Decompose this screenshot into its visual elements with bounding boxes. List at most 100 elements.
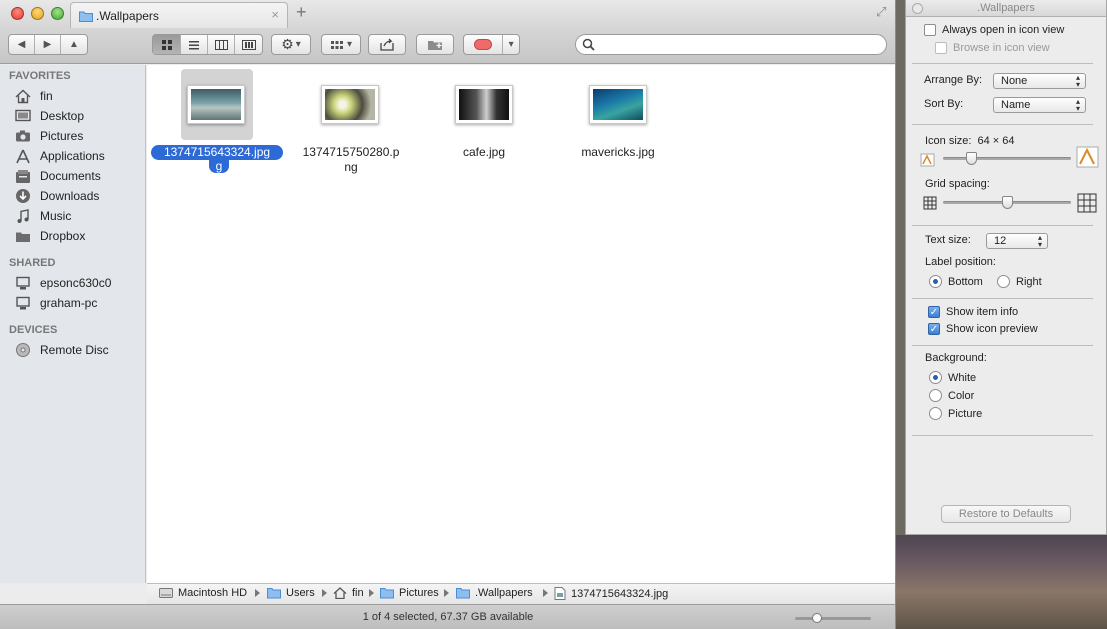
label-position-bottom-radio[interactable] <box>929 275 942 288</box>
list-view-button[interactable] <box>181 35 208 54</box>
action-menu-button[interactable]: ⚙ ▾ <box>271 34 311 55</box>
crumb-label: .Wallpapers <box>475 587 533 599</box>
sidebar-item-label: Downloads <box>40 189 100 203</box>
browse-checkbox-row[interactable]: Browse in icon view <box>935 42 1050 54</box>
tags-button[interactable]: ▾ <box>463 34 520 55</box>
close-tab-icon[interactable]: × <box>271 7 279 22</box>
minimize-window-button[interactable] <box>31 7 44 20</box>
arrange-by-label: Arrange By: <box>924 74 983 86</box>
finder-window: .Wallpapers × + ⤢ ◀ ▶ ▲ ⚙ ▾ ▾ ▾ FAVORITE… <box>0 0 896 629</box>
up-down-arrows-icon: ▴ ▾ <box>1075 73 1080 89</box>
toolbar: ◀ ▶ ▲ ⚙ ▾ ▾ ▾ <box>0 28 895 64</box>
search-input[interactable] <box>598 37 878 52</box>
new-folder-button[interactable] <box>416 34 454 55</box>
text-size-label: Text size: <box>925 234 971 246</box>
window-tab[interactable]: .Wallpapers × <box>70 2 288 28</box>
sort-by-value: Name <box>1001 99 1031 111</box>
browse-checkbox[interactable] <box>935 42 947 54</box>
arrange-menu-button[interactable]: ▾ <box>321 34 361 55</box>
file-thumbnail <box>455 85 513 124</box>
home-icon <box>14 88 32 104</box>
sidebar-item-label: Documents <box>40 169 101 183</box>
background-color-radio-row[interactable]: Color <box>929 389 974 402</box>
sidebar-item-remote-disc[interactable]: Remote Disc <box>14 341 144 359</box>
path-crumb-fin[interactable]: fin <box>333 587 364 599</box>
background-picture-radio-row[interactable]: Picture <box>929 407 982 420</box>
forward-button[interactable]: ▶ <box>35 35 61 54</box>
show-item-info-checkbox-row[interactable]: ✓ Show item info <box>928 306 1018 318</box>
grid-spacing-slider-knob[interactable] <box>1001 196 1013 209</box>
icon-size-slider-track[interactable] <box>943 157 1071 160</box>
back-button[interactable]: ◀ <box>9 35 35 54</box>
icon-size-slider-track[interactable] <box>795 617 871 620</box>
label-position-right-radio[interactable] <box>997 275 1010 288</box>
search-field[interactable] <box>575 34 887 55</box>
share-button[interactable] <box>368 34 406 55</box>
sidebar-item-label: graham-pc <box>40 296 98 310</box>
show-icon-preview-checkbox-row[interactable]: ✓ Show icon preview <box>928 323 1038 335</box>
sidebar-item-downloads[interactable]: Downloads <box>14 187 144 205</box>
show-item-info-checkbox[interactable]: ✓ <box>928 306 940 318</box>
icon-view-area[interactable] <box>147 65 895 583</box>
path-separator-icon <box>543 589 548 597</box>
divider <box>912 298 1093 299</box>
status-text: 1 of 4 selected, 67.37 GB available <box>362 611 534 623</box>
enclosing-folder-button[interactable]: ▲ <box>61 35 87 54</box>
view-mode-control <box>152 34 263 55</box>
tag-color-swatch <box>464 35 504 54</box>
sidebar-item-label: Desktop <box>40 109 85 123</box>
always-open-checkbox[interactable] <box>924 24 936 36</box>
chevron-down-icon: ▾ <box>346 39 353 50</box>
small-icon-icon <box>920 152 936 171</box>
background-picture-radio[interactable] <box>929 407 942 420</box>
sidebar-item-epsonc630c0[interactable]: epsonc630c0 <box>14 274 144 292</box>
path-crumb-file[interactable]: 1374715643324.jpg <box>554 587 668 600</box>
column-view-button[interactable] <box>208 35 235 54</box>
show-icon-preview-checkbox[interactable]: ✓ <box>928 323 940 335</box>
arrange-grid-icon <box>330 40 343 49</box>
arrange-by-popup[interactable]: None ▴ ▾ <box>993 73 1086 89</box>
path-separator-icon <box>322 589 327 597</box>
zoom-window-button[interactable] <box>51 7 64 20</box>
sidebar-item-fin[interactable]: fin <box>14 87 144 105</box>
path-crumb-pictures[interactable]: Pictures <box>380 587 439 599</box>
sidebar-item-dropbox[interactable]: Dropbox <box>14 227 144 245</box>
divider <box>912 225 1093 226</box>
path-crumb-macintosh-hd[interactable]: Macintosh HD <box>159 587 247 599</box>
folder-icon <box>267 587 281 599</box>
sidebar-item-desktop[interactable]: Desktop <box>14 107 144 125</box>
coverflow-view-button[interactable] <box>235 35 262 54</box>
crumb-label: 1374715643324.jpg <box>571 587 669 600</box>
background-white-radio-row[interactable]: White <box>929 371 976 384</box>
search-icon <box>582 38 595 51</box>
restore-defaults-button[interactable]: Restore to Defaults <box>941 505 1071 523</box>
label-position-bottom-label: Bottom <box>948 275 983 288</box>
disc-icon <box>14 342 32 358</box>
sidebar-item-applications[interactable]: Applications <box>14 147 144 165</box>
path-crumb-users[interactable]: Users <box>267 587 315 599</box>
close-window-button[interactable] <box>11 7 24 20</box>
favorites-header: FAVORITES <box>9 70 71 82</box>
sidebar-item-music[interactable]: Music <box>14 207 144 225</box>
icon-view-button[interactable] <box>153 35 181 54</box>
new-tab-button[interactable]: + <box>296 2 307 23</box>
text-size-popup[interactable]: 12 ▴ ▾ <box>986 233 1048 249</box>
always-open-checkbox-row[interactable]: Always open in icon view <box>924 24 1064 36</box>
path-crumb-wallpapers[interactable]: .Wallpapers <box>456 587 533 599</box>
sidebar-item-pictures[interactable]: Pictures <box>14 127 144 145</box>
background-color-radio[interactable] <box>929 389 942 402</box>
file-label: 1374715750280.p <box>302 145 400 159</box>
sort-by-popup[interactable]: Name ▴ ▾ <box>993 97 1086 113</box>
background-white-radio[interactable] <box>929 371 942 384</box>
shared-header: SHARED <box>9 257 56 269</box>
sidebar-item-documents[interactable]: Documents <box>14 167 144 185</box>
icon-size-slider-knob[interactable] <box>966 152 978 165</box>
icon-size-slider-knob[interactable] <box>811 613 822 623</box>
sidebar-item-graham-pc[interactable]: graham-pc <box>14 294 144 312</box>
close-panel-button[interactable] <box>912 3 923 14</box>
label-position-right-radio-row[interactable]: Right <box>997 275 1042 288</box>
label-position-bottom-radio-row[interactable]: Bottom <box>929 275 983 288</box>
folder-icon <box>14 228 32 244</box>
file-label-line2: ng <box>344 160 358 174</box>
fullscreen-icon[interactable]: ⤢ <box>876 4 886 20</box>
